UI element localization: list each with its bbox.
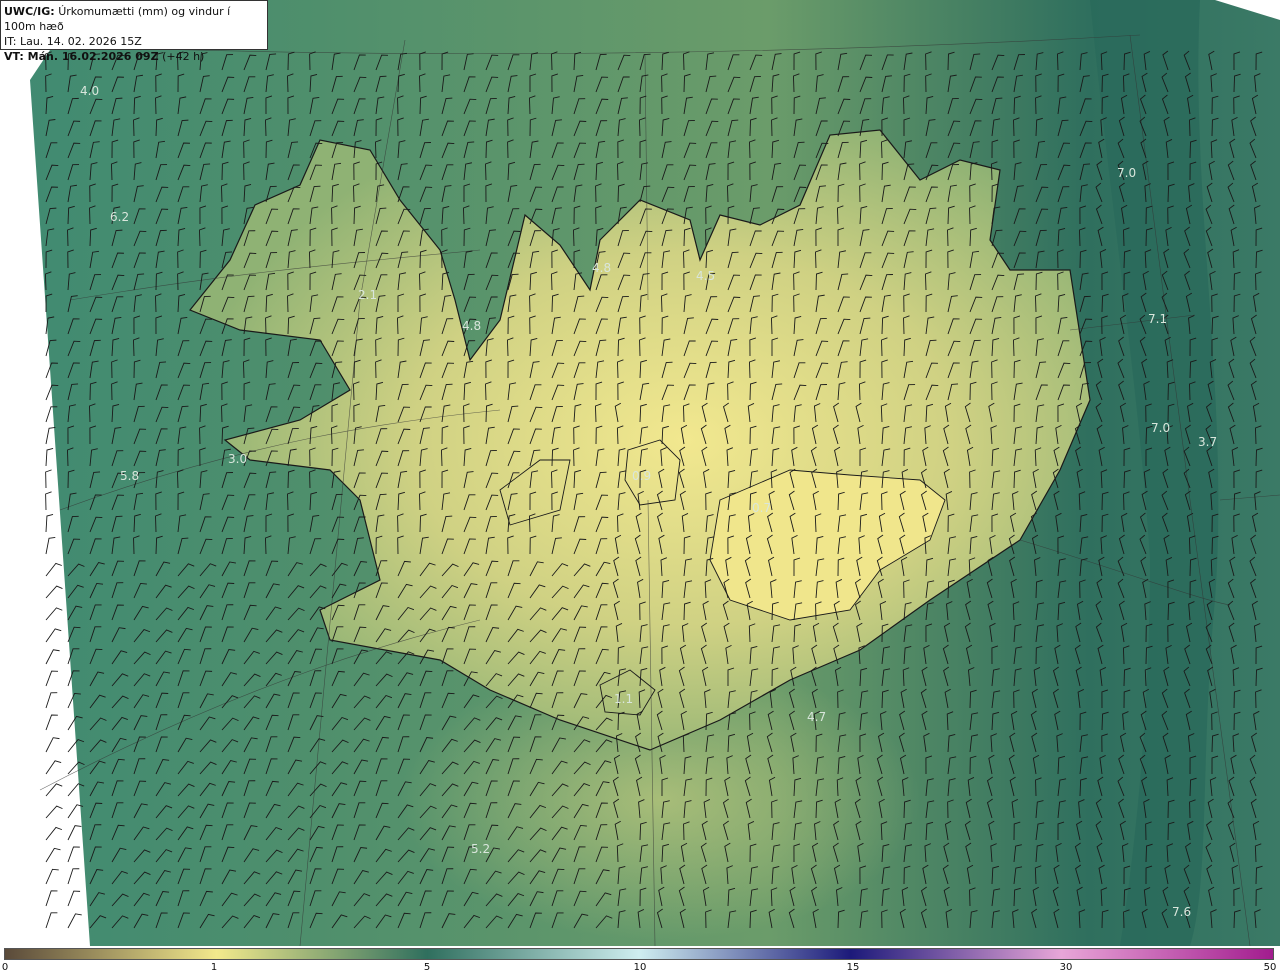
value-label: 7.1: [1148, 312, 1167, 326]
lead-time: (+42 h): [162, 50, 205, 63]
colorbar-strip: [4, 948, 1274, 960]
value-label: 3.7: [1198, 435, 1217, 449]
value-label: 0.7: [752, 501, 771, 515]
value-label: 2.1: [358, 288, 377, 302]
value-label: 5.8: [120, 469, 139, 483]
colorbar-tick: 5: [423, 962, 431, 973]
value-label: 7.6: [1172, 905, 1191, 919]
value-label: 7.0: [1117, 166, 1136, 180]
value-label: 3.0: [228, 452, 247, 466]
value-label: 0.9: [632, 469, 651, 483]
value-label: 4.8: [462, 319, 481, 333]
value-label: 4.7: [807, 710, 826, 724]
product-code: UWC/IG:: [4, 5, 55, 18]
value-label: 4.8: [592, 261, 611, 275]
valid-time: VT: Mán. 16.02.2026 09Z: [4, 50, 159, 63]
value-label: 4.5: [696, 269, 715, 283]
colorbar: 0 1 5 10 15 30 50: [0, 946, 1280, 978]
map-info-box: UWC/IG: Úrkomumætti (mm) og vindur í 100…: [0, 0, 268, 63]
value-label: 1.1: [614, 692, 633, 706]
value-label: 7.0: [1151, 421, 1170, 435]
colorbar-tick: 15: [846, 962, 860, 973]
title-line: UWC/IG: Úrkomumætti (mm) og vindur í 100…: [4, 4, 264, 34]
colorbar-tick: 0: [1, 962, 9, 973]
value-label: 4.0: [80, 84, 99, 98]
valid-time-line: VT: Mán. 16.02.2026 09Z (+42 h): [4, 49, 264, 64]
colorbar-tick: 10: [633, 962, 647, 973]
forecast-map: 4.0 6.2 2.1 4.8 4.8 4.5 7.0 7.1 7.0 3.7 …: [0, 0, 1280, 946]
value-label: 5.2: [471, 842, 490, 856]
colorbar-tick: 30: [1059, 962, 1073, 973]
colorbar-tick: 1: [210, 962, 218, 973]
colorbar-tick: 50: [1263, 962, 1277, 973]
init-time: IT: Lau. 14. 02. 2026 15Z: [4, 35, 142, 48]
value-label: 6.2: [110, 210, 129, 224]
